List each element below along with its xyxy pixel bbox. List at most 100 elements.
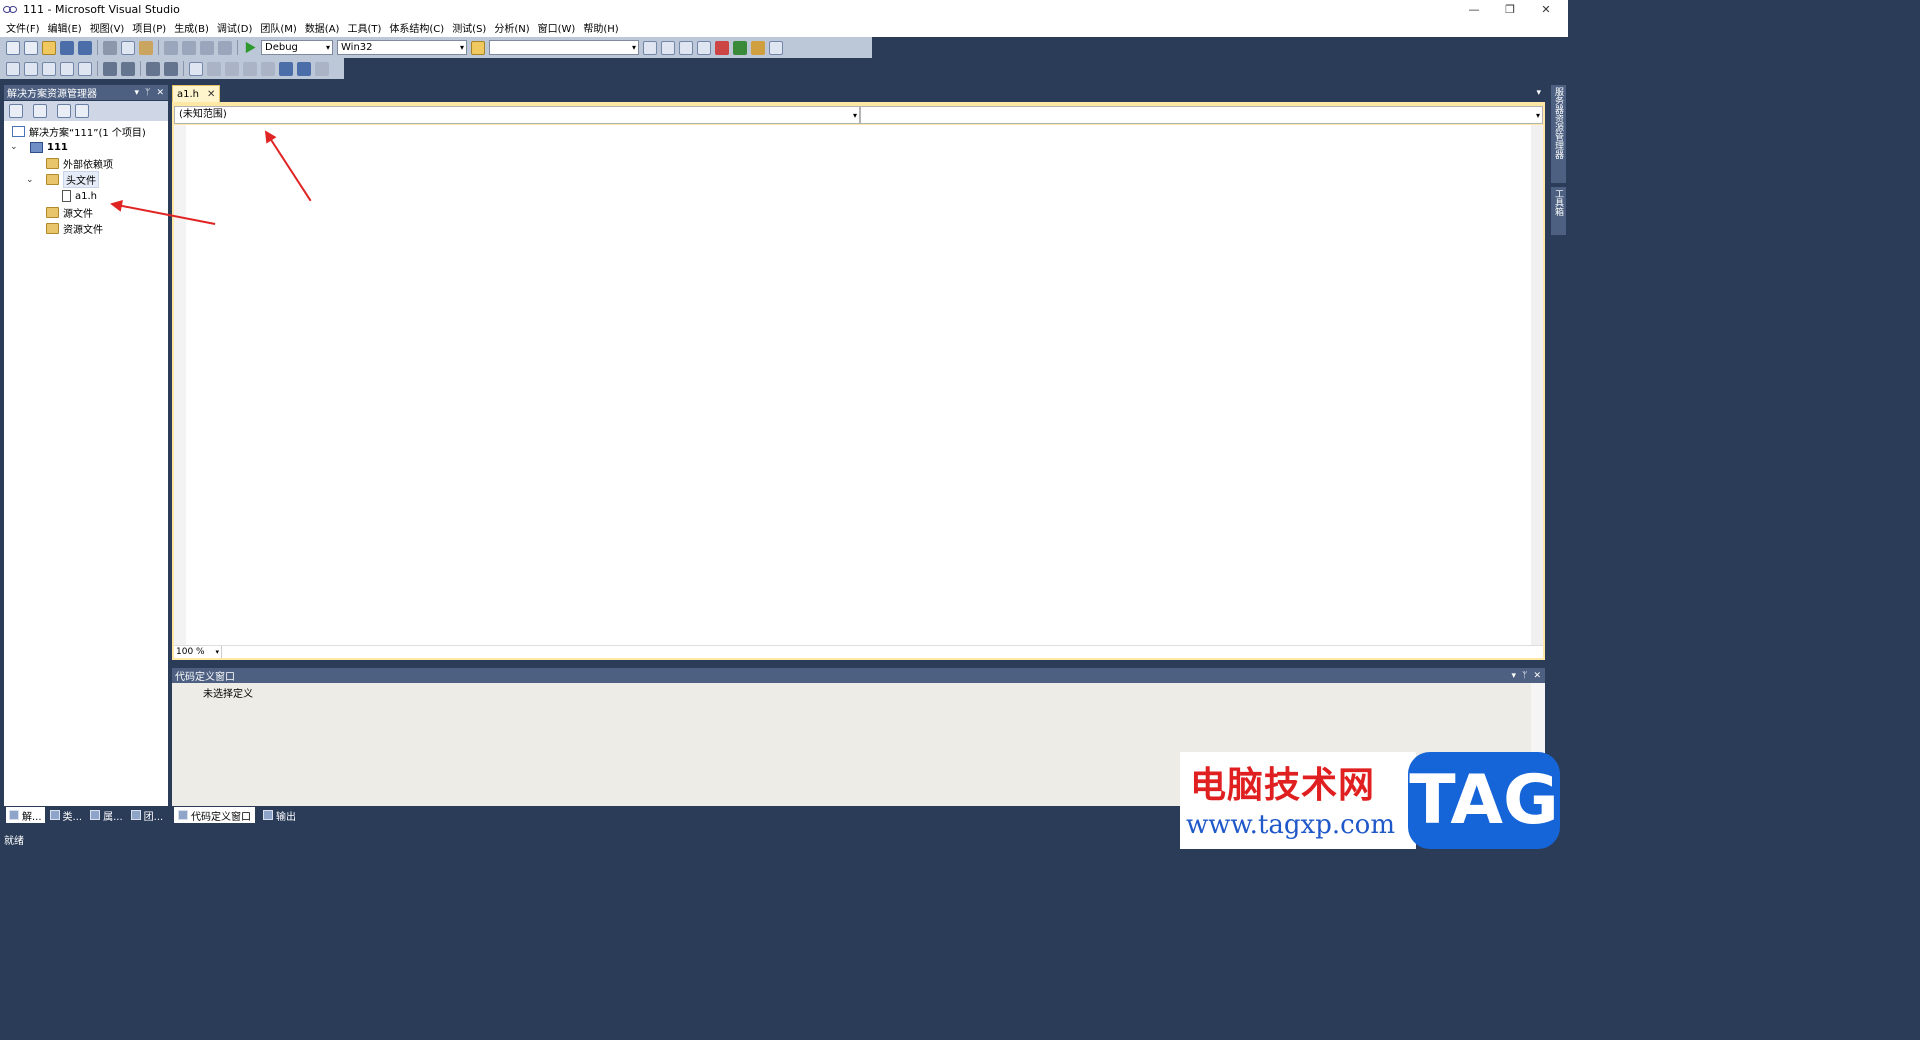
member-list-icon[interactable] bbox=[6, 61, 20, 76]
open-file-icon[interactable] bbox=[42, 40, 56, 55]
prev-bookmark-folder-icon[interactable] bbox=[243, 61, 257, 76]
tree-item-solution[interactable]: 解决方案“111”(1 个项目) bbox=[12, 123, 146, 139]
clear-bookmarks-icon[interactable] bbox=[315, 61, 329, 76]
decrease-indent-icon[interactable] bbox=[103, 61, 117, 76]
object-browser-icon[interactable] bbox=[679, 40, 693, 55]
new-project-icon[interactable] bbox=[6, 40, 20, 55]
tab-property-manager[interactable]: 属... bbox=[87, 807, 126, 823]
save-all-icon[interactable] bbox=[78, 40, 92, 55]
navigate-forward-icon[interactable] bbox=[218, 40, 232, 55]
next-bookmark-folder-icon[interactable] bbox=[261, 61, 275, 76]
undo-icon[interactable] bbox=[164, 40, 178, 55]
tab-solution-explorer[interactable]: 解... bbox=[6, 807, 45, 823]
quick-info-icon[interactable] bbox=[42, 61, 56, 76]
menu-edit[interactable]: 编辑(E) bbox=[44, 20, 86, 35]
folder-icon bbox=[46, 222, 59, 234]
editor-frame: (未知范围) 100 % bbox=[172, 102, 1545, 660]
paste-icon[interactable] bbox=[139, 40, 153, 55]
refresh-icon[interactable] bbox=[57, 104, 71, 118]
pin-button[interactable]: ᛘ bbox=[1522, 671, 1527, 681]
menu-data[interactable]: 数据(A) bbox=[301, 20, 344, 35]
scope-select[interactable]: (未知范围) bbox=[174, 106, 860, 124]
toolbox-icon[interactable] bbox=[697, 40, 711, 55]
command-window-icon[interactable] bbox=[751, 40, 765, 55]
tab-code-definition[interactable]: 代码定义窗口 bbox=[174, 807, 255, 823]
previous-bookmark-icon[interactable] bbox=[207, 61, 221, 76]
find-in-files-icon[interactable] bbox=[471, 40, 485, 55]
close-window-button[interactable]: ✕ bbox=[1528, 0, 1564, 18]
close-panel-button[interactable]: ✕ bbox=[1533, 671, 1541, 681]
word-wrap-icon[interactable] bbox=[78, 61, 92, 76]
prev-bookmark-doc-icon[interactable] bbox=[279, 61, 293, 76]
menu-tools[interactable]: 工具(T) bbox=[343, 20, 385, 35]
find-combo[interactable] bbox=[489, 40, 639, 55]
tab-toolbox[interactable]: 工具箱 bbox=[1551, 187, 1566, 235]
tab-output[interactable]: 输出 bbox=[259, 807, 300, 823]
menu-debug[interactable]: 调试(D) bbox=[213, 20, 257, 35]
more-windows-icon[interactable] bbox=[769, 40, 783, 55]
member-select[interactable] bbox=[860, 106, 1543, 124]
menu-architecture[interactable]: 体系结构(C) bbox=[385, 20, 448, 35]
class-diagram-icon[interactable] bbox=[75, 104, 89, 118]
navigate-backward-icon[interactable] bbox=[200, 40, 214, 55]
redo-icon[interactable] bbox=[182, 40, 196, 55]
menu-project[interactable]: 项目(P) bbox=[128, 20, 170, 35]
toolbar-separator bbox=[183, 61, 184, 76]
tree-item-resources[interactable]: 资源文件 bbox=[46, 220, 103, 236]
expand-chevron-icon[interactable]: ⌄ bbox=[26, 175, 34, 185]
restore-button[interactable]: ❐ bbox=[1492, 0, 1528, 18]
cut-icon[interactable] bbox=[103, 40, 117, 55]
comment-lines-icon[interactable] bbox=[146, 61, 160, 76]
show-all-files-icon[interactable] bbox=[33, 104, 47, 118]
menu-window[interactable]: 窗口(W) bbox=[534, 20, 580, 35]
solution-explorer-icon[interactable] bbox=[643, 40, 657, 55]
extension-manager-icon[interactable] bbox=[715, 40, 729, 55]
start-page-icon[interactable] bbox=[733, 40, 747, 55]
panel-dropdown-button[interactable]: ▾ bbox=[1512, 671, 1517, 681]
menu-analyze[interactable]: 分析(N) bbox=[490, 20, 533, 35]
increase-indent-icon[interactable] bbox=[121, 61, 135, 76]
menu-file[interactable]: 文件(F) bbox=[2, 20, 44, 35]
tab-team-explorer[interactable]: 团... bbox=[128, 807, 167, 823]
tree-item-headers[interactable]: 头文件 bbox=[46, 170, 99, 188]
active-files-dropdown-icon[interactable]: ▾ bbox=[1536, 88, 1541, 98]
tree-item-sources[interactable]: 源文件 bbox=[46, 204, 93, 220]
add-item-icon[interactable] bbox=[24, 40, 38, 55]
tab-class-view[interactable]: 类... bbox=[47, 807, 86, 823]
tab-a1h[interactable]: a1.h ✕ bbox=[172, 85, 221, 102]
class-view-icon bbox=[49, 810, 60, 820]
zoom-select[interactable]: 100 % bbox=[174, 646, 222, 658]
solution-platform-select[interactable]: Win32 bbox=[337, 40, 467, 55]
panel-dropdown-button[interactable]: ▾ bbox=[135, 88, 140, 98]
close-panel-button[interactable]: ✕ bbox=[156, 88, 164, 98]
complete-word-icon[interactable] bbox=[60, 61, 74, 76]
toggle-bookmark-icon[interactable] bbox=[189, 61, 203, 76]
menu-build[interactable]: 生成(B) bbox=[170, 20, 213, 35]
status-text: 就绪 bbox=[4, 836, 24, 847]
tree-item-project[interactable]: 111 bbox=[30, 139, 68, 155]
solution-config-select[interactable]: Debug bbox=[261, 40, 333, 55]
properties-icon[interactable] bbox=[661, 40, 675, 55]
save-icon[interactable] bbox=[60, 40, 74, 55]
menu-help[interactable]: 帮助(H) bbox=[579, 20, 622, 35]
tree-item-file-a1h[interactable]: a1.h bbox=[62, 188, 97, 204]
uncomment-lines-icon[interactable] bbox=[164, 61, 178, 76]
start-debugging-icon[interactable] bbox=[245, 41, 256, 54]
menu-test[interactable]: 测试(S) bbox=[448, 20, 490, 35]
close-tab-icon[interactable]: ✕ bbox=[207, 89, 215, 100]
next-bookmark-icon[interactable] bbox=[225, 61, 239, 76]
toolbar-separator bbox=[140, 61, 141, 76]
pin-button[interactable]: ᛘ bbox=[145, 88, 150, 98]
tab-server-explorer[interactable]: 服务器资源管理器 bbox=[1551, 85, 1566, 183]
minimize-button[interactable]: — bbox=[1456, 0, 1492, 18]
next-bookmark-doc-icon[interactable] bbox=[297, 61, 311, 76]
tree-item-external-deps[interactable]: 外部依赖项 bbox=[46, 155, 113, 171]
vertical-scrollbar[interactable] bbox=[1531, 125, 1543, 645]
code-editor[interactable] bbox=[174, 125, 1543, 645]
parameter-info-icon[interactable] bbox=[24, 61, 38, 76]
menu-team[interactable]: 团队(M) bbox=[256, 20, 300, 35]
copy-icon[interactable] bbox=[121, 40, 135, 55]
expand-chevron-icon[interactable]: ⌄ bbox=[10, 142, 18, 152]
menu-view[interactable]: 视图(V) bbox=[86, 20, 129, 35]
properties-icon[interactable] bbox=[9, 104, 23, 118]
